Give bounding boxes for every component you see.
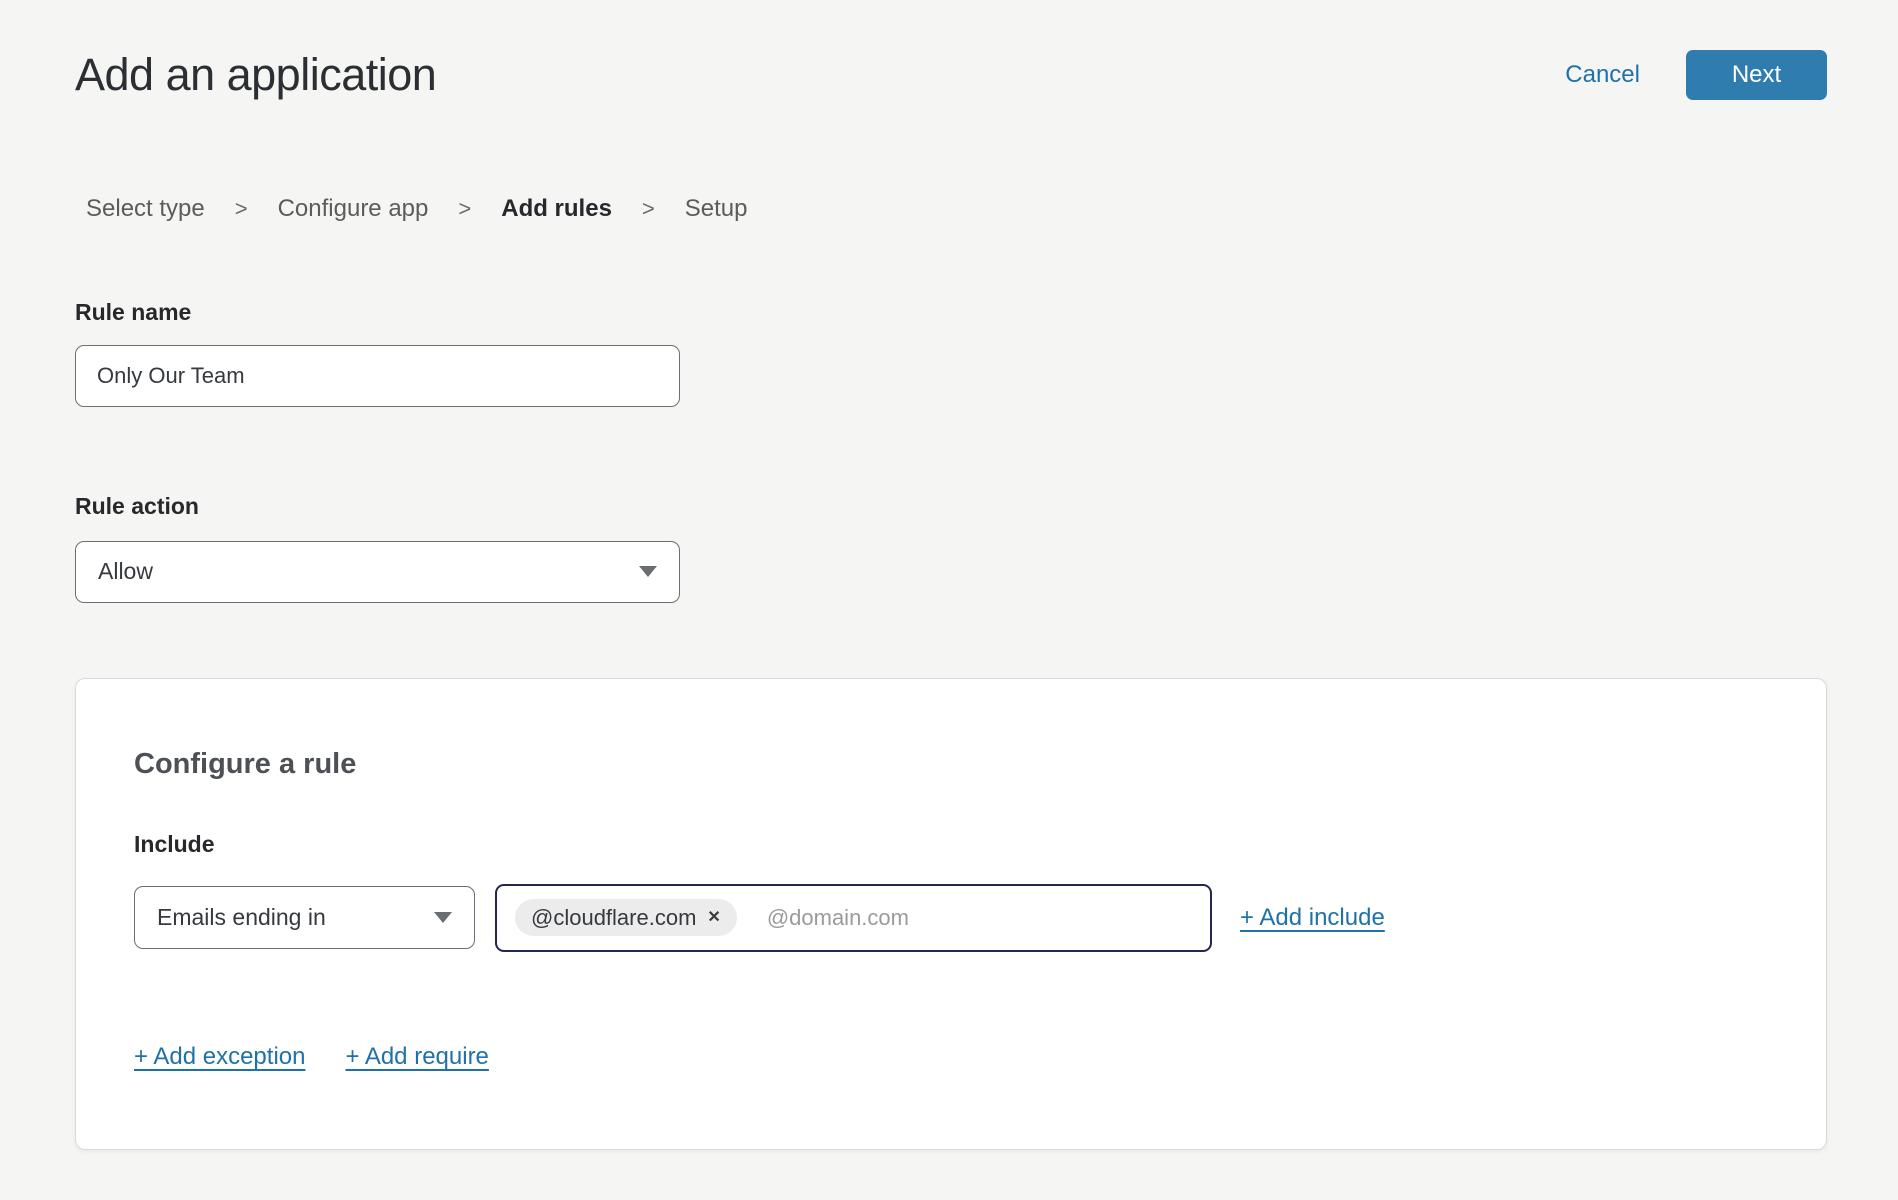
wizard-breadcrumb: Select type > Configure app > Add rules … — [75, 195, 1827, 223]
email-domain-text-input[interactable] — [765, 904, 1194, 932]
rule-extra-links: + Add exception + Add require — [134, 1043, 1768, 1071]
chevron-down-icon — [434, 912, 452, 923]
include-label: Include — [134, 831, 1768, 857]
email-domain-chip-label: @cloudflare.com — [531, 905, 696, 931]
add-exception-link[interactable]: + Add exception — [134, 1043, 305, 1071]
rule-action-selected-value: Allow — [98, 558, 153, 585]
include-selector-select[interactable]: Emails ending in — [134, 886, 475, 949]
breadcrumb-separator: > — [458, 196, 471, 222]
email-domain-tag-input[interactable]: @cloudflare.com ✕ — [495, 884, 1212, 952]
rule-name-label: Rule name — [75, 299, 1827, 325]
page-header: Add an application Cancel Next — [75, 48, 1827, 102]
breadcrumb-step-add-rules[interactable]: Add rules — [501, 195, 612, 223]
breadcrumb-step-configure-app[interactable]: Configure app — [278, 195, 429, 223]
breadcrumb-step-setup[interactable]: Setup — [685, 195, 748, 223]
header-actions: Cancel Next — [1565, 50, 1827, 100]
rule-name-input[interactable] — [75, 345, 680, 407]
include-selector-value: Emails ending in — [157, 904, 326, 931]
chevron-down-icon — [639, 566, 657, 577]
remove-tag-icon[interactable]: ✕ — [707, 910, 720, 926]
add-include-link[interactable]: + Add include — [1240, 904, 1385, 932]
cancel-button[interactable]: Cancel — [1565, 61, 1640, 89]
next-button[interactable]: Next — [1686, 50, 1827, 100]
page-title: Add an application — [75, 48, 436, 102]
breadcrumb-separator: > — [642, 196, 655, 222]
add-application-page: Add an application Cancel Next Select ty… — [0, 0, 1898, 1200]
include-rule-row: Emails ending in @cloudflare.com ✕ + Add… — [134, 884, 1768, 952]
rule-action-select[interactable]: Allow — [75, 541, 680, 603]
email-domain-chip: @cloudflare.com ✕ — [515, 899, 737, 936]
breadcrumb-step-select-type[interactable]: Select type — [86, 195, 205, 223]
configure-rule-title: Configure a rule — [134, 748, 1768, 781]
add-require-link[interactable]: + Add require — [345, 1043, 488, 1071]
configure-rule-card: Configure a rule Include Emails ending i… — [75, 678, 1827, 1150]
rule-action-label: Rule action — [75, 493, 1827, 519]
breadcrumb-separator: > — [235, 196, 248, 222]
